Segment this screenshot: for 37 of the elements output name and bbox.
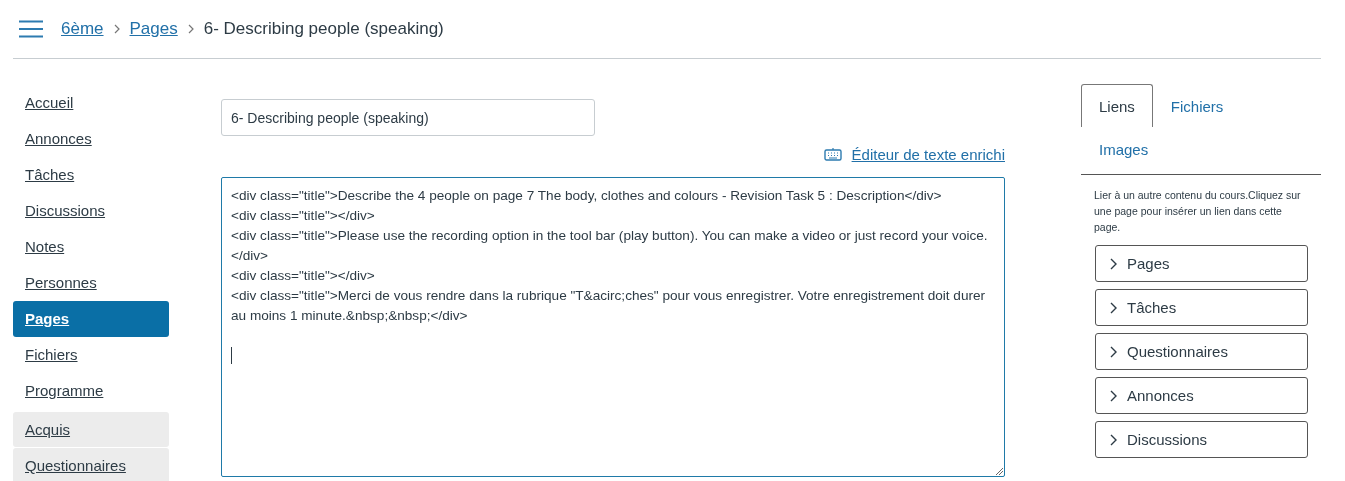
chevron-icon — [187, 24, 194, 34]
section-toggle[interactable]: Annonces — [1095, 377, 1308, 414]
panel-description: Lier à un autre contenu du cours.Cliquez sur une page pour insérer un lien dans cette page. — [1094, 188, 1302, 235]
sidebar-item[interactable]: Annonces — [13, 124, 169, 160]
sidebar-item[interactable]: Personnes — [13, 268, 169, 304]
breadcrumb-link[interactable]: Pages — [129, 19, 178, 39]
sidebar-item[interactable]: Notes — [13, 232, 169, 268]
chevron-icon — [1110, 433, 1117, 446]
keyboard-icon — [823, 147, 842, 161]
sidebar-item[interactable]: Discussions — [13, 196, 169, 232]
sidebar-item[interactable]: Tâches — [13, 160, 169, 196]
chevron-icon — [1110, 301, 1117, 314]
section-toggle[interactable]: Discussions — [1095, 421, 1308, 458]
tab[interactable]: Images — [1081, 127, 1167, 170]
page-title: 6- Describing people (speaking) — [203, 19, 444, 39]
sidebar-item[interactable]: Accueil — [13, 88, 169, 124]
chevron-icon — [113, 24, 120, 34]
text-cursor — [231, 347, 232, 364]
sidebar-item[interactable]: Programme — [13, 376, 169, 412]
section-toggle[interactable]: Pages — [1095, 245, 1308, 282]
tab[interactable]: Liens — [1081, 84, 1153, 127]
section-toggle[interactable]: Questionnaires — [1095, 333, 1308, 370]
sidebar-item[interactable]: Questionnaires — [13, 448, 169, 481]
resize-handle[interactable] — [995, 467, 1003, 475]
menu-icon[interactable] — [19, 20, 43, 38]
breadcrumb-link[interactable]: 6ème — [61, 19, 104, 39]
chevron-icon — [1110, 257, 1117, 270]
sidebar-item[interactable]: Pages — [13, 301, 169, 337]
sidebar-item[interactable]: Acquis — [13, 412, 169, 447]
rich-editor-link[interactable]: Éditeur de texte enrichi — [851, 145, 1005, 163]
html-editor[interactable]: <div class="title">Describe the 4 people on page 7 The body, clothes and colours - Revision Task 5 : Description</div> <div class="title"></div> <div class="title">Please use the recording option in the tool bar (play button). You can make a video or just record your voice.</div> <div class="title"></div> <div class="title">Merci de vous rendre dans la rubrique "T&acirc;ches" pour vous enregistrer. Votre enregistrement doit durer au moins 1 minute.&nbsp;&nbsp;</div> — [221, 177, 1005, 477]
chevron-icon — [1110, 345, 1117, 358]
section-toggle[interactable]: Tâches — [1095, 289, 1308, 326]
chevron-icon — [1110, 389, 1117, 402]
tab[interactable]: Fichiers — [1152, 84, 1242, 127]
sidebar-item[interactable]: Fichiers — [13, 340, 169, 376]
title-field[interactable]: 6- Describing people (speaking) — [221, 99, 595, 136]
